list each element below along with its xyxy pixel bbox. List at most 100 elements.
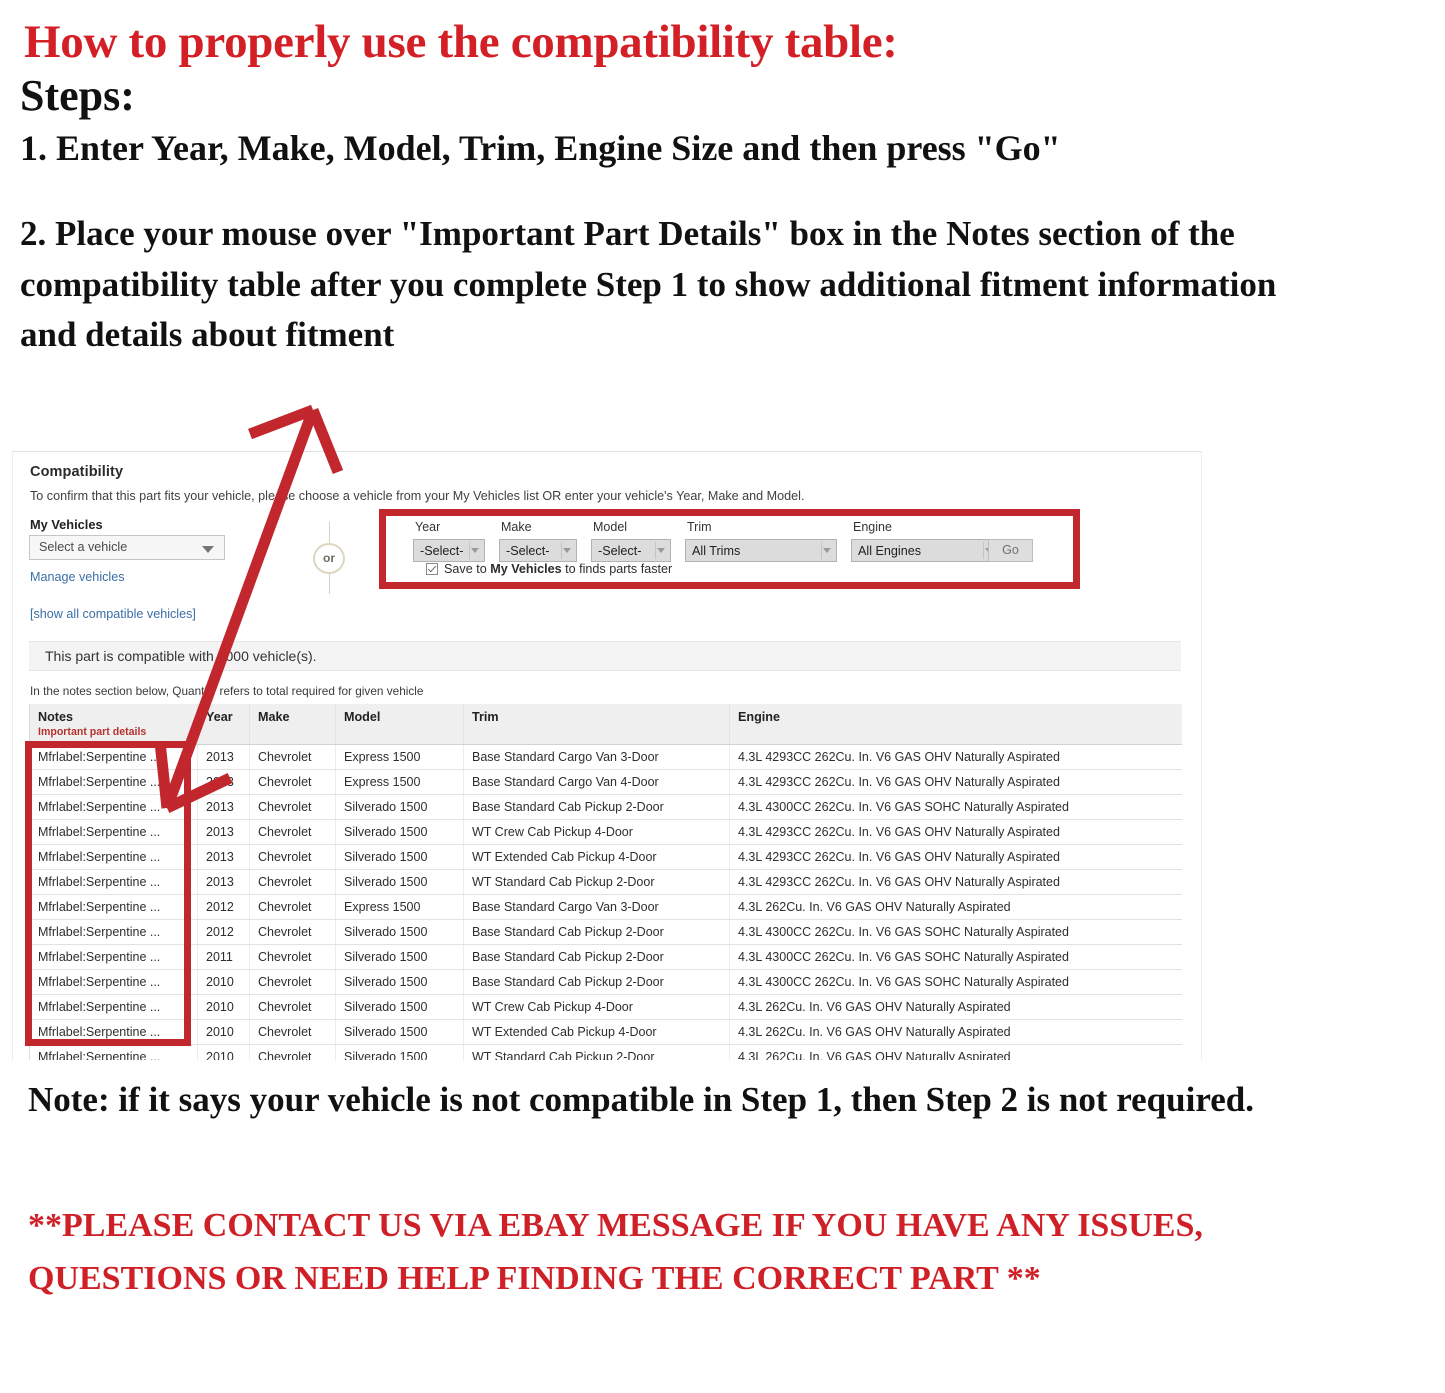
cell-model: Silverado 1500 bbox=[335, 944, 464, 970]
cell-year: 2013 bbox=[197, 819, 250, 845]
cell-trim: Base Standard Cab Pickup 2-Door bbox=[463, 969, 730, 995]
cell-make: Chevrolet bbox=[249, 819, 336, 845]
cell-make: Chevrolet bbox=[249, 919, 336, 945]
note-text: Note: if it says your vehicle is not com… bbox=[28, 1080, 1254, 1119]
save-bold-text: My Vehicles bbox=[490, 562, 562, 576]
column-header-label: Notes bbox=[38, 710, 73, 724]
cell-notes[interactable]: Mfrlabel:Serpentine ... bbox=[29, 894, 198, 920]
show-all-compatible-vehicles-link[interactable]: [show all compatible vehicles] bbox=[30, 607, 196, 621]
column-header-trim: Trim bbox=[463, 704, 730, 745]
vehicle-select-dropdown[interactable]: Select a vehicle bbox=[29, 535, 225, 560]
cell-engine: 4.3L 4300CC 262Cu. In. V6 GAS SOHC Natur… bbox=[729, 944, 1182, 970]
cell-notes[interactable]: Mfrlabel:Serpentine ... bbox=[29, 769, 198, 795]
page-title: How to properly use the compatibility ta… bbox=[24, 16, 898, 68]
field-label-model: Model bbox=[593, 520, 628, 534]
table-row: Mfrlabel:Serpentine ... 2010 Chevrolet Silv… bbox=[29, 994, 1182, 1020]
cell-year: 2013 bbox=[197, 744, 250, 770]
cell-notes[interactable]: Mfrlabel:Serpentine ... bbox=[29, 1044, 198, 1060]
cell-make: Chevrolet bbox=[249, 894, 336, 920]
cell-trim: WT Crew Cab Pickup 4-Door bbox=[463, 994, 730, 1020]
go-button[interactable]: Go bbox=[988, 539, 1033, 562]
cell-trim: WT Standard Cab Pickup 2-Door bbox=[463, 1044, 730, 1060]
table-row: Mfrlabel:Serpentine ... 2012 Chevrolet Expr… bbox=[29, 894, 1182, 920]
dropdown-value-year: -Select- bbox=[420, 543, 464, 558]
cell-engine: 4.3L 4293CC 262Cu. In. V6 GAS OHV Natura… bbox=[729, 819, 1182, 845]
cell-year: 2013 bbox=[197, 844, 250, 870]
table-row: Mfrlabel:Serpentine ... 2013 Chevrolet Silv… bbox=[29, 869, 1182, 895]
cell-year: 2010 bbox=[197, 1044, 250, 1060]
chevron-down-icon bbox=[657, 548, 665, 553]
cell-model: Silverado 1500 bbox=[335, 919, 464, 945]
cell-year: 2013 bbox=[197, 769, 250, 795]
save-to-my-vehicles-checkbox[interactable] bbox=[426, 563, 438, 575]
chevron-down-icon bbox=[823, 548, 831, 553]
dropdown-model[interactable]: -Select- bbox=[591, 539, 671, 562]
cell-year: 2012 bbox=[197, 919, 250, 945]
save-suffix-text: to finds parts faster bbox=[561, 562, 673, 576]
cell-notes[interactable]: Mfrlabel:Serpentine ... bbox=[29, 819, 198, 845]
important-part-details-label[interactable]: Important part details bbox=[38, 726, 197, 738]
my-vehicles-label: My Vehicles bbox=[30, 517, 103, 532]
table-row: Mfrlabel:Serpentine ... 2013 Chevrolet Expr… bbox=[29, 744, 1182, 770]
dropdown-engine[interactable]: All Engines bbox=[851, 539, 999, 562]
cell-notes[interactable]: Mfrlabel:Serpentine ... bbox=[29, 994, 198, 1020]
cell-model: Express 1500 bbox=[335, 769, 464, 795]
cell-trim: Base Standard Cab Pickup 2-Door bbox=[463, 794, 730, 820]
cell-engine: 4.3L 262Cu. In. V6 GAS OHV Naturally Asp… bbox=[729, 894, 1182, 920]
cell-model: Silverado 1500 bbox=[335, 819, 464, 845]
column-header-year: Year bbox=[197, 704, 250, 745]
cell-notes[interactable]: Mfrlabel:Serpentine ... bbox=[29, 919, 198, 945]
dropdown-value-model: -Select- bbox=[598, 543, 642, 558]
cell-notes[interactable]: Mfrlabel:Serpentine ... bbox=[29, 944, 198, 970]
cell-model: Silverado 1500 bbox=[335, 994, 464, 1020]
cell-engine: 4.3L 262Cu. In. V6 GAS OHV Naturally Asp… bbox=[729, 994, 1182, 1020]
save-to-my-vehicles-row[interactable]: Save to My Vehicles to finds parts faste… bbox=[426, 562, 672, 576]
chevron-down-icon bbox=[563, 548, 571, 553]
cell-year: 2013 bbox=[197, 869, 250, 895]
column-header-label: Make bbox=[258, 710, 290, 724]
cell-trim: WT Extended Cab Pickup 4-Door bbox=[463, 1019, 730, 1045]
cell-make: Chevrolet bbox=[249, 944, 336, 970]
cell-notes[interactable]: Mfrlabel:Serpentine ... bbox=[29, 844, 198, 870]
cell-notes[interactable]: Mfrlabel:Serpentine ... bbox=[29, 1019, 198, 1045]
cell-year: 2010 bbox=[197, 969, 250, 995]
quantity-note: In the notes section below, Quantity ref… bbox=[30, 684, 424, 698]
cell-notes[interactable]: Mfrlabel:Serpentine ... bbox=[29, 794, 198, 820]
cell-model: Silverado 1500 bbox=[335, 969, 464, 995]
cell-make: Chevrolet bbox=[249, 869, 336, 895]
cell-engine: 4.3L 4293CC 262Cu. In. V6 GAS OHV Natura… bbox=[729, 769, 1182, 795]
cell-trim: WT Standard Cab Pickup 2-Door bbox=[463, 869, 730, 895]
column-header-label: Model bbox=[344, 710, 381, 724]
column-header-label: Year bbox=[206, 710, 233, 724]
dropdown-make[interactable]: -Select- bbox=[499, 539, 577, 562]
cell-make: Chevrolet bbox=[249, 1019, 336, 1045]
dropdown-separator bbox=[821, 542, 822, 559]
cell-make: Chevrolet bbox=[249, 794, 336, 820]
table-row: Mfrlabel:Serpentine ... 2010 Chevrolet Silv… bbox=[29, 1019, 1182, 1045]
dropdown-trim[interactable]: All Trims bbox=[685, 539, 837, 562]
cell-make: Chevrolet bbox=[249, 994, 336, 1020]
cell-notes[interactable]: Mfrlabel:Serpentine ... bbox=[29, 969, 198, 995]
fitment-table: Notes Important part details Year Make Model… bbox=[29, 704, 1182, 1060]
cell-year: 2013 bbox=[197, 794, 250, 820]
manage-vehicles-link[interactable]: Manage vehicles bbox=[30, 570, 125, 584]
dropdown-year[interactable]: -Select- bbox=[413, 539, 485, 562]
or-badge-label: or bbox=[313, 543, 345, 574]
table-row: Mfrlabel:Serpentine ... 2013 Chevrolet Silv… bbox=[29, 819, 1182, 845]
field-label-engine: Engine bbox=[853, 520, 892, 534]
table-row: Mfrlabel:Serpentine ... 2013 Chevrolet Silv… bbox=[29, 794, 1182, 820]
dropdown-value-engine: All Engines bbox=[858, 543, 922, 558]
fitment-table-header-row: Notes Important part details Year Make Model… bbox=[29, 704, 1182, 745]
steps-label: Steps: bbox=[20, 70, 135, 120]
cell-engine: 4.3L 4300CC 262Cu. In. V6 GAS SOHC Natur… bbox=[729, 794, 1182, 820]
cell-engine: 4.3L 4300CC 262Cu. In. V6 GAS SOHC Natur… bbox=[729, 969, 1182, 995]
cell-notes[interactable]: Mfrlabel:Serpentine ... bbox=[29, 744, 198, 770]
cell-model: Silverado 1500 bbox=[335, 794, 464, 820]
cell-trim: Base Standard Cargo Van 4-Door bbox=[463, 769, 730, 795]
compatibility-heading: Compatibility bbox=[30, 464, 124, 480]
field-label-trim: Trim bbox=[687, 520, 712, 534]
compatibility-panel: Compatibility To confirm that this part … bbox=[12, 451, 1202, 1060]
cell-model: Express 1500 bbox=[335, 744, 464, 770]
cell-notes[interactable]: Mfrlabel:Serpentine ... bbox=[29, 869, 198, 895]
cell-year: 2011 bbox=[197, 944, 250, 970]
